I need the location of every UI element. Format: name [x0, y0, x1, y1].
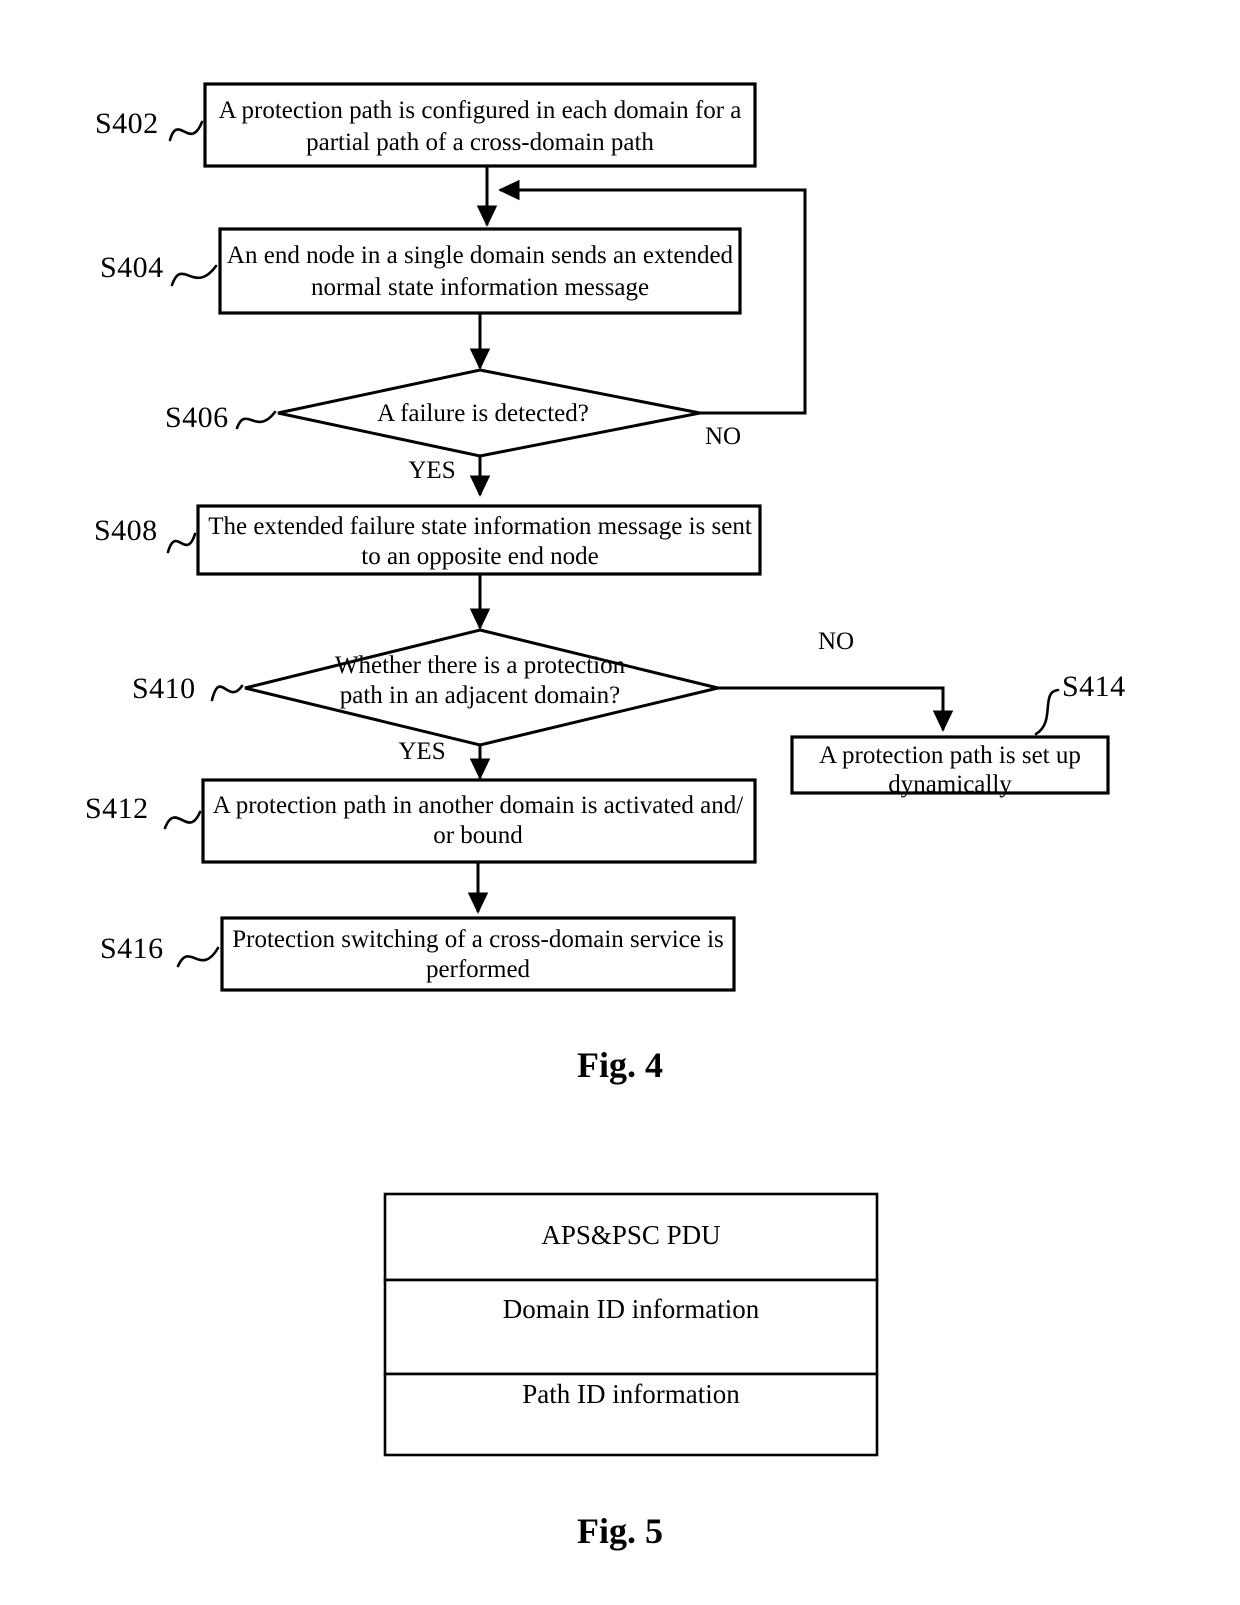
s404-text-line1: An end node in a single domain sends an …	[227, 242, 734, 269]
s416-text-line1: Protection switching of a cross-domain s…	[232, 926, 724, 953]
flow-decision-s406: A failure is detected?	[277, 368, 701, 458]
s406-yes-label: YES	[408, 457, 455, 484]
s406-no-label: NO	[705, 423, 741, 450]
s406-text-line1: A failure is detected?	[377, 400, 589, 427]
s416-leader-curve	[176, 946, 220, 968]
s410-leader-curve	[210, 684, 244, 702]
s406-leader-curve	[235, 410, 277, 430]
s410-text-line1: Whether there is a protection	[335, 652, 626, 679]
s412-leader-curve	[163, 810, 202, 830]
s414-step-label: S414	[1062, 670, 1126, 703]
s416-text-line2: performed	[426, 956, 531, 983]
s414-text-line2: dynamically	[888, 771, 1012, 798]
s412-text-line1: A protection path in another domain is a…	[213, 792, 743, 819]
flow-step-s416: Protection switching of a cross-domain s…	[220, 916, 736, 992]
s410-step-label: S410	[132, 672, 196, 705]
s402-text-line2: partial path of a cross-domain path	[306, 129, 654, 156]
s402-leader-curve	[168, 120, 204, 142]
s408-leader-curve	[166, 532, 197, 554]
s412-step-label: S412	[85, 792, 149, 825]
s402-text-line1: A protection path is configured in each …	[219, 97, 742, 124]
s402-step-label: S402	[95, 107, 159, 140]
s404-step-label: S404	[100, 251, 164, 284]
s408-text-line1: The extended failure state information m…	[208, 513, 752, 540]
figures-canvas: A protection path is configured in each …	[85, 82, 1126, 1551]
s406-step-label: S406	[165, 401, 229, 434]
figure5-caption: Fig. 5	[577, 1511, 663, 1551]
figure5-row-0-label: APS&PSC PDU	[541, 1220, 720, 1250]
flow-step-s404: An end node in a single domain sends an …	[218, 227, 742, 315]
patent-drawing-sheet: A protection path is configured in each …	[0, 0, 1240, 1605]
figure4-caption: Fig. 4	[577, 1045, 663, 1085]
figure5-row-1-label: Domain ID information	[503, 1294, 760, 1324]
s408-text-line2: to an opposite end node	[361, 543, 598, 570]
s412-text-line2: or bound	[433, 822, 523, 849]
connector-s410-no-to-s414	[718, 686, 954, 732]
flow-step-s408: The extended failure state information m…	[196, 504, 762, 576]
flow-decision-s410: Whether there is a protection path in an…	[244, 628, 719, 747]
flow-step-s414: A protection path is set up dynamically	[790, 735, 1110, 798]
flow-step-s412: A protection path in another domain is a…	[201, 778, 757, 864]
s408-step-label: S408	[94, 514, 158, 547]
s410-text-line2: path in an adjacent domain?	[340, 682, 620, 709]
figure5-table: APS&PSC PDU Domain ID information Path I…	[383, 1192, 879, 1457]
s416-step-label: S416	[100, 932, 164, 965]
s410-no-label: NO	[818, 628, 854, 655]
s410-yes-label: YES	[398, 738, 445, 765]
s404-text-line2: normal state information message	[311, 274, 649, 301]
s414-leader-curve	[1034, 688, 1060, 736]
figure5-row-2-label: Path ID information	[522, 1379, 740, 1409]
flow-step-s402: A protection path is configured in each …	[203, 82, 757, 168]
s404-leader-curve	[170, 264, 218, 287]
s414-text-line1: A protection path is set up	[819, 742, 1081, 769]
